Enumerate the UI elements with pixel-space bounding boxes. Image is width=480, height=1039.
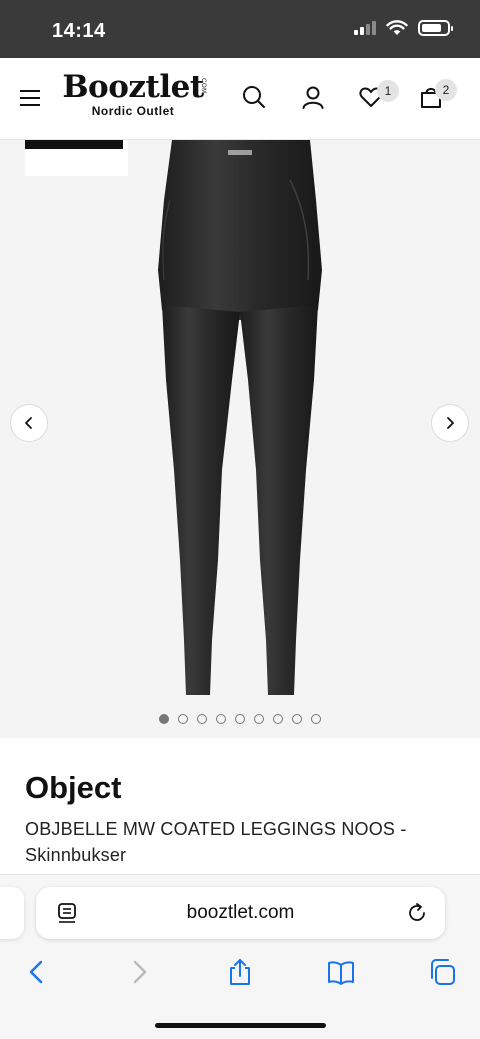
cellular-signal-icon <box>354 21 376 35</box>
logo-subtitle: Nordic Outlet <box>91 104 175 118</box>
tabs-icon[interactable] <box>427 957 457 987</box>
search-icon[interactable] <box>241 84 267 110</box>
product-brand[interactable]: Object <box>25 770 121 806</box>
gallery-dot[interactable] <box>159 714 169 724</box>
chevron-left-icon <box>25 417 32 429</box>
previous-tab-preview[interactable] <box>0 887 24 939</box>
gallery-pagination[interactable] <box>0 714 480 724</box>
promo-label <box>25 140 128 176</box>
product-image[interactable] <box>140 140 340 700</box>
share-icon[interactable] <box>225 957 255 987</box>
site-header: Booztlet .COM Nordic Outlet 1 2 <box>0 58 480 140</box>
url-text: booztlet.com <box>186 902 295 923</box>
logo-com: .COM <box>200 76 206 94</box>
wifi-icon <box>386 20 408 35</box>
gallery-dot[interactable] <box>235 714 245 724</box>
status-icons <box>354 20 453 36</box>
gallery-dot[interactable] <box>216 714 226 724</box>
product-gallery[interactable] <box>0 140 480 738</box>
address-bar[interactable]: booztlet.com <box>36 887 445 939</box>
gallery-prev-button[interactable] <box>10 404 48 442</box>
gallery-dot[interactable] <box>292 714 302 724</box>
gallery-dot[interactable] <box>254 714 264 724</box>
cart-count-badge: 2 <box>435 79 457 101</box>
gallery-next-button[interactable] <box>431 404 469 442</box>
site-logo[interactable]: Booztlet .COM Nordic Outlet <box>58 70 208 118</box>
reload-icon[interactable] <box>405 901 429 925</box>
forward-icon <box>133 960 147 984</box>
bookmarks-icon[interactable] <box>326 957 356 987</box>
logo-wordmark: Booztlet <box>62 69 204 105</box>
gallery-dot[interactable] <box>311 714 321 724</box>
browser-toolbar: booztlet.com <box>0 874 480 1039</box>
gallery-dot[interactable] <box>197 714 207 724</box>
back-icon[interactable] <box>22 957 52 987</box>
gallery-dot[interactable] <box>178 714 188 724</box>
battery-icon <box>418 20 453 36</box>
status-bar: 14:14 <box>0 0 480 58</box>
product-name: OBJBELLE MW COATED LEGGINGS NOOS - Skinn… <box>25 819 407 865</box>
account-icon[interactable] <box>300 84 326 110</box>
gallery-dot[interactable] <box>273 714 283 724</box>
home-indicator[interactable] <box>155 1023 326 1028</box>
chevron-right-icon <box>447 417 454 429</box>
wishlist-count-badge: 1 <box>377 80 399 102</box>
status-time: 14:14 <box>52 20 106 42</box>
menu-icon[interactable] <box>20 90 40 106</box>
